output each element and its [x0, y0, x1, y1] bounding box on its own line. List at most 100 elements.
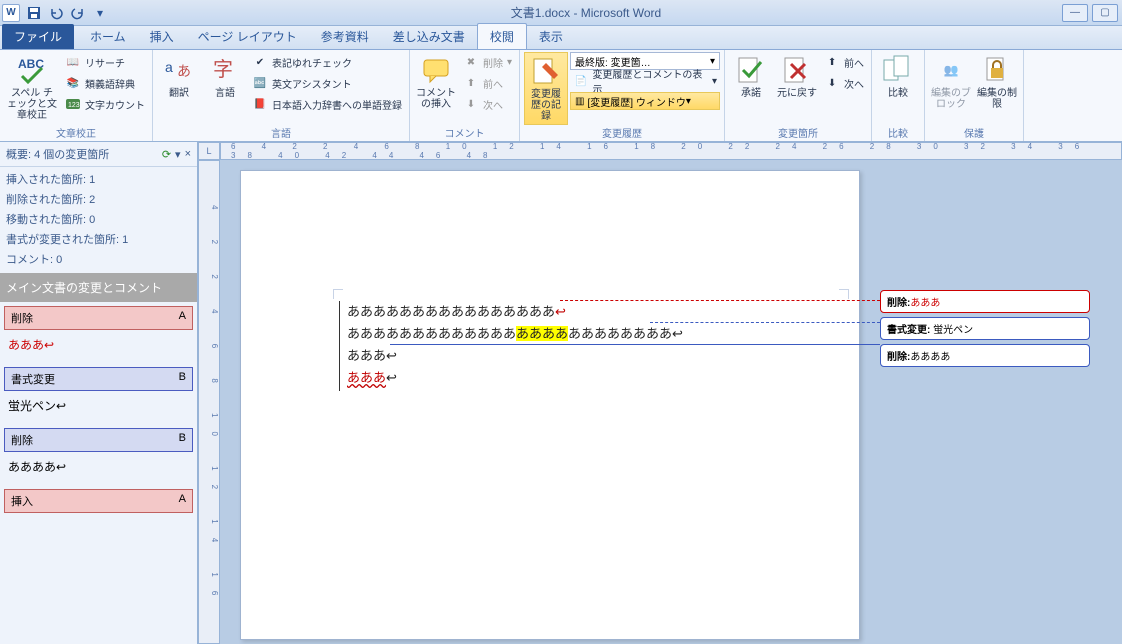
- text-line: あああああああああああああああああああああああああ↩: [347, 323, 839, 345]
- group-label-protect: 保護: [929, 125, 1019, 139]
- chevron-down-icon[interactable]: ▾: [175, 148, 181, 161]
- tab-file[interactable]: ファイル: [2, 24, 74, 49]
- text-line: あああ↩: [347, 367, 839, 389]
- rev-item-body: あああ↩: [0, 334, 197, 363]
- redo-icon[interactable]: [68, 3, 88, 23]
- tab-home[interactable]: ホーム: [78, 24, 138, 49]
- spelling-button[interactable]: ABC スペル チェックと文章校正: [4, 52, 60, 123]
- svg-text:a: a: [165, 59, 173, 75]
- tabstop-selector[interactable]: L: [198, 142, 220, 160]
- tab-view[interactable]: 表示: [527, 24, 575, 49]
- balloon-format[interactable]: 書式変更: 蛍光ペン: [880, 317, 1090, 340]
- group-compare: 比較 比較: [872, 50, 925, 141]
- eigo-button[interactable]: 🔤英文アシスタント: [249, 73, 405, 93]
- page[interactable]: ああああああああああああああああ↩ ああああああああああああああああああああああ…: [240, 170, 860, 640]
- tab-layout[interactable]: ページ レイアウト: [186, 24, 309, 49]
- group-tracking: 変更履歴の記録 最終版: 変更箇…▾ 📄変更履歴とコメントの表示 ▾ ▥[変更履…: [520, 50, 725, 141]
- document-area: L 6 4 2 2 4 6 8 10 12 14 16 18 20 22 24 …: [198, 142, 1122, 644]
- comment-icon: [420, 54, 452, 86]
- maximize-button[interactable]: ▢: [1092, 4, 1118, 22]
- thesaurus-button[interactable]: 📚類義語辞典: [62, 73, 148, 93]
- balloon-delete[interactable]: 削除:あああ: [880, 290, 1090, 313]
- rev-item-header[interactable]: 挿入A: [4, 489, 193, 513]
- comment-next-button: ⬇次へ: [460, 94, 515, 114]
- research-button[interactable]: 📖リサーチ: [62, 52, 148, 72]
- reviewing-pane-button[interactable]: ▥[変更履歴] ウィンドウ ▾: [570, 92, 720, 110]
- rev-item-body: 蛍光ペン↩: [0, 395, 197, 424]
- svg-text:字: 字: [213, 58, 233, 81]
- group-label-comments: コメント: [414, 125, 515, 139]
- hyoki-button[interactable]: ✔表記ゆれチェック: [249, 52, 405, 72]
- rev-item-header[interactable]: 削除A: [4, 306, 193, 330]
- compare-button[interactable]: 比較: [876, 52, 920, 101]
- horizontal-ruler[interactable]: 6 4 2 2 4 6 8 10 12 14 16 18 20 22 24 26…: [220, 142, 1122, 160]
- check-icon: ✔: [252, 54, 268, 70]
- document-scroll[interactable]: ああああああああああああああああ↩ ああああああああああああああああああああああ…: [220, 160, 1122, 644]
- word-icon: W: [2, 4, 20, 22]
- tab-insert[interactable]: 挿入: [138, 24, 186, 49]
- wordcount-icon: 123: [65, 96, 81, 112]
- qat-more-icon[interactable]: ▾: [90, 3, 110, 23]
- group-comments: コメントの挿入 ✖削除 ▾ ⬆前へ ⬇次へ コメント: [410, 50, 520, 141]
- reviewing-pane-header: 概要: 4 個の変更箇所 ⟳ ▾ ×: [0, 142, 197, 167]
- assistant-icon: 🔤: [252, 75, 268, 91]
- restrict-button[interactable]: 編集の制限: [975, 52, 1019, 112]
- tab-review[interactable]: 校閲: [477, 23, 527, 49]
- translate-button[interactable]: aあ翻訳: [157, 52, 201, 101]
- stat-formatting: 書式が変更された箇所: 1: [6, 229, 191, 249]
- balloon-delete[interactable]: 削除:ああああ: [880, 344, 1090, 367]
- vertical-ruler[interactable]: 4 2 2 4 6 8 10 12 14 16: [198, 160, 220, 644]
- track-changes-button[interactable]: 変更履歴の記録: [524, 52, 568, 125]
- lock-icon: [981, 54, 1013, 86]
- connector-line: [650, 322, 880, 323]
- connector-line: [560, 300, 880, 301]
- research-icon: 📖: [65, 54, 81, 70]
- connector-line: [390, 344, 880, 345]
- reviewing-section-title: メイン文書の変更とコメント: [0, 273, 197, 302]
- text-line: あああ↩: [347, 345, 839, 367]
- page-content[interactable]: ああああああああああああああああ↩ ああああああああああああああああああああああ…: [347, 301, 839, 389]
- group-proofing: ABC スペル チェックと文章校正 📖リサーチ 📚類義語辞典 123文字カウント…: [0, 50, 153, 141]
- reject-icon: [781, 54, 813, 86]
- quick-access-toolbar: ▾: [24, 3, 110, 23]
- tab-references[interactable]: 参考資料: [309, 24, 381, 49]
- language-button[interactable]: 字言語: [203, 52, 247, 101]
- save-icon[interactable]: [24, 3, 44, 23]
- nihongo-button[interactable]: 📕日本語入力辞書への単語登録: [249, 94, 405, 114]
- block-icon: 👥: [935, 54, 967, 86]
- accept-button[interactable]: 承諾: [729, 52, 773, 101]
- workspace: 概要: 4 個の変更箇所 ⟳ ▾ × 挿入された箇所: 1 削除された箇所: 2…: [0, 142, 1122, 644]
- group-changes: 承諾 元に戻す ⬆前へ ⬇次へ 変更箇所: [725, 50, 872, 141]
- stat-comments: コメント: 0: [6, 249, 191, 269]
- undo-icon[interactable]: [46, 3, 66, 23]
- reject-button[interactable]: 元に戻す: [775, 52, 819, 101]
- text-line: ああああああああああああああああ↩: [347, 301, 839, 323]
- minimize-button[interactable]: —: [1062, 4, 1088, 22]
- rev-item-header[interactable]: 削除B: [4, 428, 193, 452]
- group-label-compare: 比較: [876, 125, 920, 139]
- new-comment-button[interactable]: コメントの挿入: [414, 52, 458, 112]
- svg-text:123: 123: [68, 102, 80, 109]
- stat-insertions: 挿入された箇所: 1: [6, 169, 191, 189]
- prev-icon: ⬆: [463, 75, 479, 91]
- rev-item-header[interactable]: 書式変更B: [4, 367, 193, 391]
- block-authors-button[interactable]: 👥編集のブロック: [929, 52, 973, 112]
- group-label-tracking: 変更履歴: [524, 125, 720, 139]
- refresh-icon[interactable]: ⟳: [162, 148, 171, 161]
- title-bar: W ▾ 文書1.docx - Microsoft Word — ▢: [0, 0, 1122, 26]
- delete-icon: ✖: [463, 54, 479, 70]
- wordcount-button[interactable]: 123文字カウント: [62, 94, 148, 114]
- accept-icon: [735, 54, 767, 86]
- next-icon: ⬇: [824, 75, 840, 91]
- translate-icon: aあ: [163, 54, 195, 86]
- tab-mailings[interactable]: 差し込み文書: [381, 24, 477, 49]
- show-markup-button[interactable]: 📄変更履歴とコメントの表示 ▾: [570, 71, 720, 91]
- close-icon[interactable]: ×: [185, 148, 191, 160]
- group-label-language: 言語: [157, 125, 405, 139]
- ime-icon: 📕: [252, 96, 268, 112]
- change-prev-button[interactable]: ⬆前へ: [821, 52, 867, 72]
- change-next-button[interactable]: ⬇次へ: [821, 73, 867, 93]
- comment-delete-button: ✖削除 ▾: [460, 52, 515, 72]
- group-label-proofing: 文章校正: [4, 125, 148, 139]
- balloons: 削除:あああ 書式変更: 蛍光ペン 削除:ああああ: [880, 290, 1090, 371]
